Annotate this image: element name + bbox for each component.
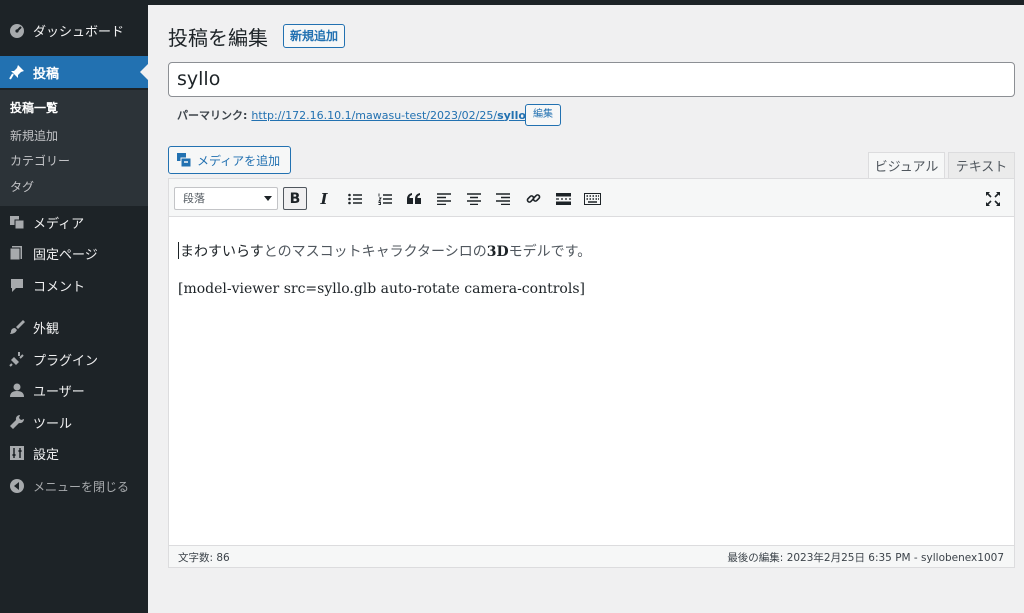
permalink-edit-button[interactable]: 編集: [525, 104, 561, 126]
sidebar-item-label: ユーザー: [33, 384, 85, 400]
numbered-list-button[interactable]: [373, 187, 397, 210]
tab-text[interactable]: テキスト: [948, 152, 1015, 179]
sidebar-item-label: ツール: [33, 416, 73, 432]
collapse-menu-label: メニューを閉じる: [33, 479, 130, 494]
sidebar-item-users[interactable]: ユーザー: [0, 374, 148, 406]
permalink-row: パーマリンク: http://172.16.10.1/mawasu-test/2…: [177, 107, 530, 123]
keyboard-icon: [583, 192, 601, 205]
bold-icon: B: [289, 190, 301, 207]
blockquote-button[interactable]: [402, 187, 426, 210]
distraction-free-button[interactable]: [981, 187, 1005, 210]
align-center-button[interactable]: [462, 187, 486, 210]
page-title: 投稿を編集: [168, 26, 268, 50]
link-icon: [526, 194, 540, 203]
quote-icon: [407, 193, 421, 204]
sidebar-item-label: 投稿: [33, 66, 60, 82]
sidebar-item-label: メディア: [33, 216, 85, 232]
sidebar-item-plugins[interactable]: プラグイン: [0, 343, 148, 375]
bullet-list-icon: [348, 193, 362, 204]
wrench-icon: [7, 412, 27, 432]
text-cursor: [178, 242, 179, 259]
word-count: 文字数: 86: [178, 552, 230, 564]
dashboard-icon: [7, 20, 27, 40]
shortcode-paragraph: [model-viewer src=syllo.glb auto-rotate …: [178, 281, 585, 297]
posts-submenu: 投稿一覧 新規追加 カテゴリー タグ: [0, 90, 148, 206]
paintbrush-icon: [7, 317, 27, 337]
submenu-tags[interactable]: タグ: [10, 178, 34, 195]
chevron-down-icon: [264, 196, 272, 205]
collapse-menu-button[interactable]: メニューを閉じる: [0, 470, 148, 502]
pushpin-icon: [7, 62, 27, 82]
post-title-input[interactable]: syllo: [168, 62, 1015, 97]
collapse-arrow-icon: [7, 476, 27, 496]
add-media-icon: [176, 152, 192, 168]
paragraph-text: モデルです。: [508, 244, 592, 260]
comment-icon: [7, 275, 27, 295]
sidebar-item-label: 設定: [33, 447, 60, 463]
admin-bar: [0, 0, 1024, 5]
permalink-link[interactable]: http://172.16.10.1/mawasu-test/2023/02/2…: [251, 109, 529, 122]
sidebar-item-comments[interactable]: コメント: [0, 269, 148, 301]
bold-button[interactable]: B: [283, 187, 307, 210]
user-icon: [7, 380, 27, 400]
submenu-all-posts[interactable]: 投稿一覧: [10, 99, 58, 116]
italic-button[interactable]: I: [312, 187, 336, 210]
editor-container: 段落 B I まわすいらすとのマスコットキャラクターシロの3Dモデルです。 [m…: [168, 178, 1015, 568]
add-media-label: メディアを追加: [197, 153, 281, 168]
add-new-post-button[interactable]: 新規追加: [283, 24, 346, 48]
sidebar-item-label: 固定ページ: [33, 247, 98, 263]
pages-icon: [7, 243, 27, 263]
settings-icon: [7, 443, 27, 463]
fullscreen-icon: [986, 191, 1000, 206]
permalink-base: http://172.16.10.1/mawasu-test/2023/02/2…: [251, 108, 498, 122]
paragraph-bold-text: まわすいらす: [180, 244, 264, 260]
format-select-value: 段落: [183, 192, 205, 205]
sidebar-item-label: ダッシュボード: [33, 24, 125, 40]
sidebar-item-tools[interactable]: ツール: [0, 406, 148, 438]
read-more-icon: [555, 192, 571, 205]
submenu-categories[interactable]: カテゴリー: [10, 152, 70, 169]
sidebar-item-appearance[interactable]: 外観: [0, 311, 148, 343]
align-right-button[interactable]: [491, 187, 515, 210]
paragraph-bold-text: 3D: [486, 244, 509, 260]
align-left-icon: [437, 192, 451, 205]
tab-visual[interactable]: ビジュアル: [868, 152, 945, 179]
align-center-icon: [467, 192, 481, 205]
sidebar-item-label: コメント: [33, 279, 86, 295]
align-left-button[interactable]: [432, 187, 456, 210]
insert-link-button[interactable]: [521, 187, 545, 210]
read-more-button[interactable]: [551, 187, 575, 210]
plugin-icon: [7, 349, 27, 369]
align-right-icon: [496, 192, 510, 205]
permalink-slug: syllo: [497, 108, 526, 122]
bullet-list-button[interactable]: [343, 187, 367, 210]
sidebar-item-media[interactable]: メディア: [0, 206, 148, 238]
sidebar-item-posts[interactable]: 投稿: [0, 56, 148, 88]
media-icon: [7, 212, 27, 232]
permalink-label: パーマリンク:: [177, 109, 248, 122]
sidebar-item-settings[interactable]: 設定: [0, 437, 148, 469]
admin-sidebar: ダッシュボード 投稿 投稿一覧 新規追加 カテゴリー タグ メディア 固定ページ…: [0, 0, 148, 613]
sidebar-item-dashboard[interactable]: ダッシュボード: [0, 14, 148, 46]
sidebar-item-label: 外観: [33, 321, 60, 337]
content-paragraph: まわすいらすとのマスコットキャラクターシロの3Dモデルです。: [178, 241, 591, 261]
sidebar-item-pages[interactable]: 固定ページ: [0, 237, 148, 269]
italic-icon: I: [320, 189, 328, 208]
sidebar-item-label: プラグイン: [33, 353, 99, 369]
paragraph-text: とのマスコットキャラクターシロの: [263, 244, 487, 260]
editor-toolbar: 段落 B I: [169, 179, 1014, 217]
submenu-add-new[interactable]: 新規追加: [10, 127, 58, 144]
format-select[interactable]: 段落: [174, 187, 278, 210]
last-edited: 最後の編集: 2023年2月25日 6:35 PM - syllobenex10…: [727, 552, 1004, 564]
add-media-button[interactable]: メディアを追加: [168, 146, 291, 174]
toolbar-toggle-button[interactable]: [580, 187, 604, 210]
numbered-list-icon: [378, 193, 392, 205]
editor-statusbar: 文字数: 86 最後の編集: 2023年2月25日 6:35 PM - syll…: [169, 545, 1014, 567]
